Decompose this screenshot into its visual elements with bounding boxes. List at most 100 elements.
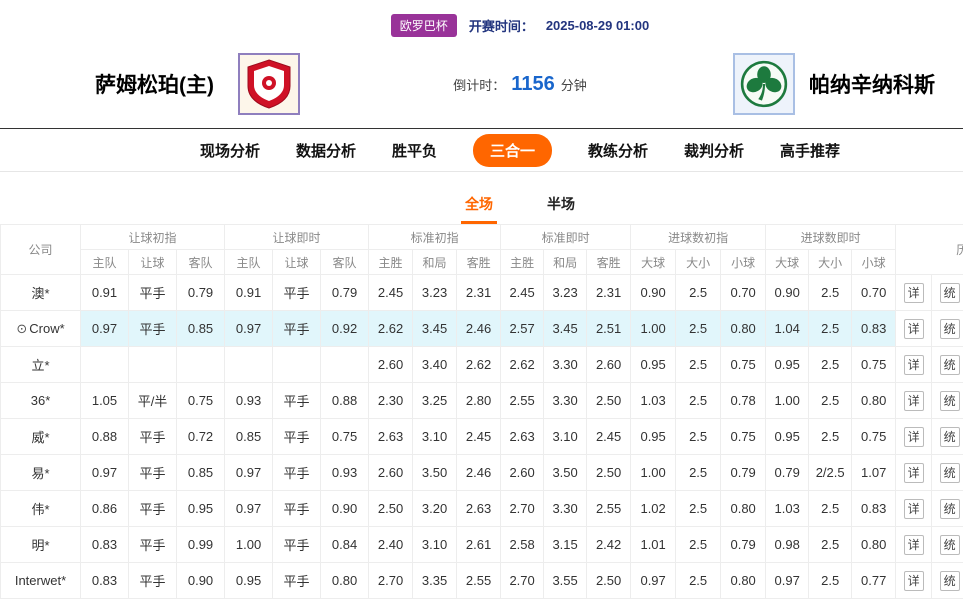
odds-cell: 0.80 [721,491,766,527]
odds-subcolumn-header-3-2: 客胜 [587,250,631,275]
stats-button[interactable]: 统 [940,427,960,447]
page-content: 欧罗巴杯 开赛时间： 2025-08-29 01:00 萨姆松珀(主) 倒计时： [0,0,963,599]
stats-button[interactable]: 统 [940,355,960,375]
nav-tab-referee-analysis[interactable]: 裁判分析 [684,140,744,161]
odds-cell: 2.5 [676,455,721,491]
bookmaker-name: Interwet* [1,563,81,599]
odds-subcolumn-header-4-2: 小球 [721,250,766,275]
detail-button[interactable]: 详 [904,355,924,375]
odds-cell: 0.91 [225,275,273,311]
table-row: 威*0.88平手0.720.85平手0.752.633.102.452.633.… [1,419,963,455]
odds-cell: 0.75 [852,347,896,383]
stats-button[interactable]: 统 [940,571,960,591]
odds-subcolumn-header-1-2: 客队 [321,250,369,275]
odds-cell: 0.75 [721,347,766,383]
history-column-header: 历史 [896,225,963,275]
odds-cell: 2.50 [587,383,631,419]
detail-cell: 详 [896,383,932,419]
odds-cell: 2.5 [809,311,852,347]
table-row: ⊙Crow*0.97平手0.850.97平手0.922.623.452.462.… [1,311,963,347]
detail-button[interactable]: 详 [904,535,924,555]
odds-cell: 1.00 [631,455,676,491]
odds-cell: 3.50 [413,455,457,491]
odds-cell: 2/2.5 [809,455,852,491]
stats-button[interactable]: 统 [940,499,960,519]
odds-cell: 2.5 [809,527,852,563]
detail-button[interactable]: 详 [904,571,924,591]
odds-cell: 2.5 [809,563,852,599]
odds-group-header-0: 让球初指 [81,225,225,250]
detail-cell: 详 [896,491,932,527]
detail-button[interactable]: 详 [904,319,924,339]
bookmaker-name: 伟* [1,491,81,527]
odds-subcolumn-header-0-1: 让球 [129,250,177,275]
nav-tab-expert-picks[interactable]: 高手推荐 [780,140,840,161]
odds-cell: 0.79 [721,455,766,491]
league-badge[interactable]: 欧罗巴杯 [391,14,457,37]
odds-cell: 0.90 [321,491,369,527]
odds-cell: 1.04 [766,311,809,347]
odds-cell: 0.95 [631,419,676,455]
detail-button[interactable]: 详 [904,499,924,519]
odds-cell: 2.5 [676,563,721,599]
odds-cell: 2.42 [587,527,631,563]
nav-tab-win-draw-lose[interactable]: 胜平负 [392,140,437,161]
detail-button[interactable]: 详 [904,427,924,447]
odds-cell [225,347,273,383]
detail-cell: 详 [896,527,932,563]
odds-cell: 0.90 [631,275,676,311]
odds-cell: 2.5 [676,347,721,383]
odds-cell: 3.30 [544,383,587,419]
nav-tab-coach-analysis[interactable]: 教练分析 [588,140,648,161]
odds-cell: 0.80 [852,527,896,563]
odds-cell: 0.97 [631,563,676,599]
detail-cell: 详 [896,563,932,599]
odds-cell [273,347,321,383]
stats-button[interactable]: 统 [940,283,960,303]
odds-cell: 0.95 [766,419,809,455]
odds-cell [321,347,369,383]
nav-tab-data-analysis[interactable]: 数据分析 [296,140,356,161]
odds-cell: 2.40 [369,527,413,563]
odds-cell: 3.55 [544,563,587,599]
stats-button[interactable]: 统 [940,463,960,483]
detail-cell: 详 [896,347,932,383]
odds-cell: 平手 [273,563,321,599]
tab-half-match[interactable]: 半场 [543,194,579,224]
stats-cell: 统 [932,455,963,491]
main-nav: 现场分析 数据分析 胜平负 三合一 教练分析 裁判分析 高手推荐 [0,128,963,172]
nav-tab-three-in-one[interactable]: 三合一 [473,134,552,167]
odds-cell: 0.88 [81,419,129,455]
stats-button[interactable]: 统 [940,319,960,339]
odds-cell: 2.45 [369,275,413,311]
countdown-value: 1156 [511,73,554,96]
odds-cell: 2.46 [457,455,501,491]
odds-cell: 1.01 [631,527,676,563]
odds-subcolumn-header-2-2: 客胜 [457,250,501,275]
odds-cell: 3.23 [413,275,457,311]
stats-cell: 统 [932,563,963,599]
odds-cell: 0.95 [225,563,273,599]
odds-cell: 2.5 [676,419,721,455]
odds-cell: 0.79 [766,455,809,491]
odds-cell: 3.40 [413,347,457,383]
detail-button[interactable]: 详 [904,463,924,483]
stats-button[interactable]: 统 [940,391,960,411]
odds-cell: 2.63 [501,419,544,455]
odds-cell: 3.10 [413,527,457,563]
odds-cell: 1.00 [225,527,273,563]
odds-table: 公司让球初指让球即时标准初指标准即时进球数初指进球数即时历史主队让球客队主队让球… [0,224,963,599]
away-team-name: 帕纳辛纳科斯 [809,69,935,99]
odds-cell: 1.00 [766,383,809,419]
odds-group-header-3: 标准即时 [501,225,631,250]
odds-cell: 0.97 [225,455,273,491]
detail-button[interactable]: 详 [904,391,924,411]
stats-button[interactable]: 统 [940,535,960,555]
nav-tab-live-analysis[interactable]: 现场分析 [200,140,260,161]
detail-button[interactable]: 详 [904,283,924,303]
odds-cell: 2.5 [809,383,852,419]
odds-group-header-5: 进球数即时 [766,225,896,250]
odds-cell: 2.62 [369,311,413,347]
tab-full-match[interactable]: 全场 [461,194,497,224]
odds-cell: 0.80 [321,563,369,599]
